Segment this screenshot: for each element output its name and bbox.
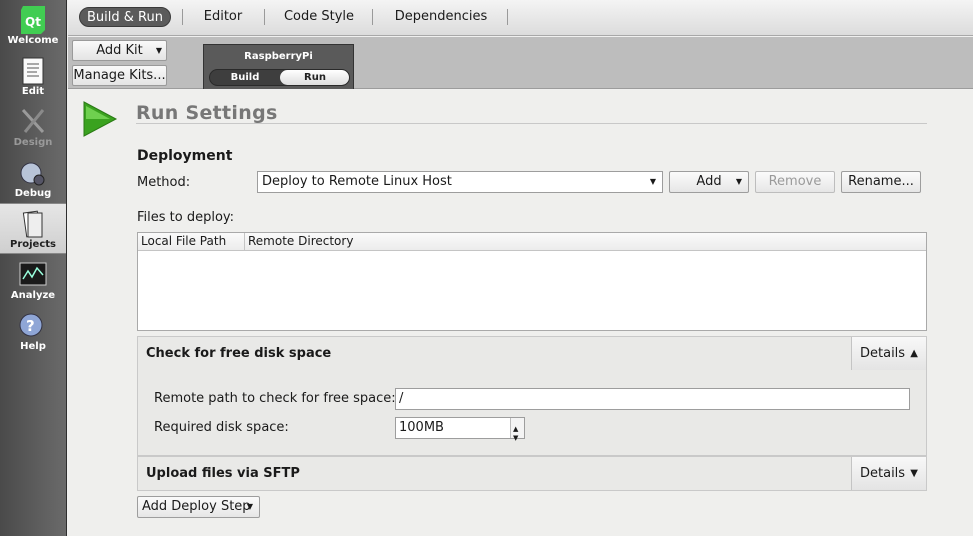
help-icon: ? — [19, 313, 43, 337]
dropdown-arrow-icon: ▼ — [649, 177, 656, 186]
step-title: Upload files via SFTP — [146, 466, 300, 481]
required-space-label: Required disk space: — [154, 420, 289, 435]
remote-path-label: Remote path to check for free space: — [154, 391, 396, 406]
run-settings-panel: Run Settings Deployment Method: Deploy t… — [68, 90, 973, 536]
collapse-arrow-icon: ▲ — [910, 348, 918, 359]
files-to-deploy-label: Files to deploy: — [137, 210, 235, 225]
files-table[interactable]: Local File Path Remote Directory — [137, 232, 927, 331]
details-toggle[interactable]: Details ▲ — [851, 337, 926, 370]
details-label: Details — [860, 466, 906, 481]
run-icon — [83, 101, 118, 137]
tab-separator — [264, 9, 265, 25]
required-space-spinbox[interactable]: 100MB ▲ ▼ — [395, 417, 525, 442]
mode-label: Help — [20, 341, 46, 352]
kit-run-tab[interactable]: Run — [280, 70, 349, 85]
tab-build-and-run[interactable]: Build & Run — [79, 7, 171, 27]
step-title: Check for free disk space — [146, 346, 332, 361]
kit-name: RaspberryPi — [244, 51, 313, 62]
add-label: Add — [696, 174, 722, 189]
remote-path-input[interactable]: / — [395, 388, 910, 410]
expand-arrow-icon: ▼ — [910, 468, 918, 479]
mode-projects[interactable]: Projects — [0, 203, 66, 254]
method-label: Method: — [137, 175, 191, 190]
page-title: Run Settings — [136, 102, 278, 124]
deploy-step-disk-space: Check for free disk space Details ▲ Remo… — [137, 336, 927, 456]
design-tools-icon — [21, 108, 45, 134]
mode-edit[interactable]: Edit — [0, 51, 66, 102]
mode-label: Analyze — [10, 290, 56, 301]
mode-help[interactable]: ? Help — [0, 306, 66, 357]
dropdown-arrow-icon: ▼ — [735, 177, 742, 186]
mode-design[interactable]: Design — [0, 102, 66, 153]
kit-selector: RaspberryPi Build Run — [203, 44, 354, 89]
dropdown-arrow-icon: ▼ — [246, 502, 253, 511]
add-deploy-config-button[interactable]: Add ▼ — [669, 171, 749, 193]
tab-separator — [372, 9, 373, 25]
mode-label: Welcome — [7, 35, 59, 46]
project-tabs: Build & Run Editor Code Style Dependenci… — [68, 0, 973, 36]
add-kit-label: Add Kit — [96, 43, 143, 58]
tab-separator — [507, 9, 508, 25]
kit-build-tab[interactable]: Build — [210, 70, 280, 85]
deploy-step-sftp-upload: Upload files via SFTP Details ▼ — [137, 456, 927, 491]
kit-bar: Add Kit ▼ Manage Kits... RaspberryPi Bui… — [68, 37, 973, 89]
tab-editor[interactable]: Editor — [194, 7, 252, 27]
analyze-icon — [19, 262, 47, 286]
rename-button[interactable]: Rename... — [841, 171, 921, 193]
title-divider — [136, 123, 927, 124]
column-remote-directory[interactable]: Remote Directory — [245, 233, 445, 250]
add-deploy-step-button[interactable]: Add Deploy Step ▼ — [137, 496, 260, 518]
mode-welcome[interactable]: Qt Welcome — [0, 0, 66, 51]
deployment-heading: Deployment — [137, 148, 233, 164]
document-icon — [22, 57, 44, 85]
spin-buttons[interactable]: ▲ ▼ — [510, 418, 524, 442]
manage-kits-button[interactable]: Manage Kits... — [72, 65, 167, 86]
required-space-value: 100MB — [399, 420, 444, 435]
method-value: Deploy to Remote Linux Host — [262, 174, 452, 189]
remove-button[interactable]: Remove — [755, 171, 835, 193]
qt-logo-icon: Qt — [21, 6, 45, 34]
projects-icon — [22, 210, 43, 238]
svg-text:?: ? — [26, 317, 35, 335]
build-run-switch: Build Run — [209, 69, 350, 86]
svg-text:Qt: Qt — [25, 15, 41, 29]
mode-label: Edit — [21, 86, 45, 97]
dropdown-arrow-icon: ▼ — [155, 46, 162, 55]
add-kit-button[interactable]: Add Kit ▼ — [72, 40, 167, 61]
mode-bar: Qt Welcome Edit Design Debug Projects An… — [0, 0, 67, 536]
tab-dependencies[interactable]: Dependencies — [384, 7, 498, 27]
tab-separator — [182, 9, 183, 25]
spin-down-icon: ▼ — [513, 434, 519, 442]
mode-label: Design — [13, 137, 53, 148]
tab-code-style[interactable]: Code Style — [276, 7, 362, 27]
mode-debug[interactable]: Debug — [0, 153, 66, 204]
files-table-header: Local File Path Remote Directory — [138, 233, 926, 251]
method-combo[interactable]: Deploy to Remote Linux Host ▼ — [257, 171, 663, 193]
mode-analyze[interactable]: Analyze — [0, 255, 66, 306]
add-deploy-step-label: Add Deploy Step — [142, 499, 251, 514]
mode-label: Debug — [14, 188, 52, 199]
details-toggle[interactable]: Details ▼ — [851, 457, 926, 490]
column-local-file-path[interactable]: Local File Path — [138, 233, 245, 250]
bug-icon — [20, 162, 45, 186]
mode-label: Projects — [9, 239, 56, 250]
details-label: Details — [860, 346, 906, 361]
